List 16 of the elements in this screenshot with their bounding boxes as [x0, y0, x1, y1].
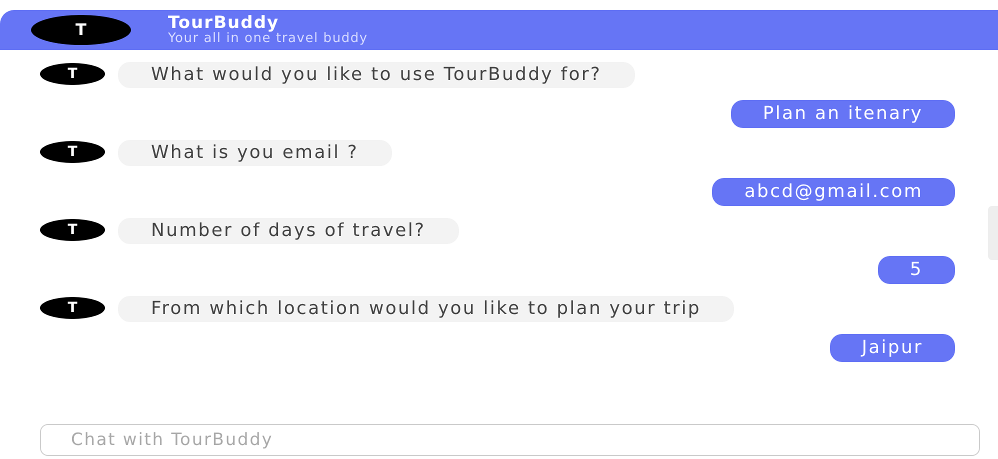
header-subtitle: Your all in one travel buddy [168, 32, 368, 46]
avatar: T [40, 297, 105, 319]
avatar: T [40, 63, 105, 85]
user-message: 5 [878, 256, 955, 284]
bot-message: What would you like to use TourBuddy for? [118, 62, 635, 88]
bot-message: Number of days of travel? [118, 218, 459, 244]
avatar: T [40, 141, 105, 163]
user-message: Jaipur [830, 334, 955, 362]
chat-input[interactable]: Chat with TourBuddy [40, 424, 980, 456]
bot-message: What is you email ? [118, 140, 392, 166]
user-message: abcd@gmail.com [712, 178, 955, 206]
bot-message: From which location would you like to plan your trip [118, 296, 734, 322]
header-title: TourBuddy [168, 14, 280, 32]
avatar: T [40, 219, 105, 241]
user-message: Plan an itenary [730, 100, 955, 128]
header-avatar: T [31, 15, 131, 45]
